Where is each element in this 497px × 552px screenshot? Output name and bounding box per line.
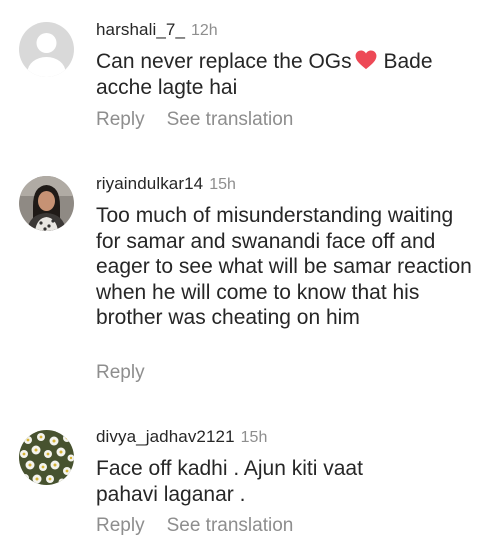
comment-text: Too much of misunderstanding waiting for…	[96, 204, 472, 329]
username[interactable]: riyaindulkar14	[96, 174, 203, 193]
comment-item: divya_jadhav2121 15h Face off kadhi . Aju…	[0, 400, 497, 552]
timestamp: 15h	[209, 176, 236, 193]
username[interactable]: harshali_7_	[96, 20, 185, 39]
see-translation-button[interactable]: See translation	[167, 515, 294, 536]
comment-header: harshali_7_ 12h	[96, 20, 218, 40]
timestamp: 12h	[191, 22, 218, 39]
reply-button[interactable]: Reply	[96, 515, 145, 536]
comment-actions: Reply See translation	[96, 109, 315, 131]
profile-photo-icon	[19, 176, 74, 231]
avatar[interactable]	[19, 22, 74, 77]
timestamp: 15h	[240, 429, 268, 446]
comment-actions: Reply	[96, 362, 167, 384]
reply-button[interactable]: Reply	[96, 362, 145, 383]
default-avatar-icon	[19, 22, 74, 77]
comment-header: divya_jadhav2121 15h	[96, 427, 267, 447]
flowers-photo-icon	[19, 430, 74, 485]
see-translation-button[interactable]: See translation	[167, 109, 294, 130]
comment-actions: Reply See translation	[96, 515, 315, 537]
comment-text: Can never replace the OGs Bade acche lag…	[96, 49, 476, 100]
comment-item: riyaindulkar14 15h Too much of misunderst…	[0, 150, 497, 400]
avatar[interactable]	[19, 430, 74, 485]
red-heart-icon	[352, 50, 378, 73]
username[interactable]: divya_jadhav2121	[96, 427, 235, 446]
avatar[interactable]	[19, 176, 74, 231]
comment-header: riyaindulkar14 15h	[96, 174, 236, 194]
comment-text: Face off kadhi . Ajun kiti vaat pahavi l…	[96, 457, 363, 506]
reply-button[interactable]: Reply	[96, 109, 145, 130]
comment-item: harshali_7_ 12h Can never replace the OGs…	[0, 0, 497, 150]
comment-text-part: Can never replace the OGs	[96, 50, 352, 73]
